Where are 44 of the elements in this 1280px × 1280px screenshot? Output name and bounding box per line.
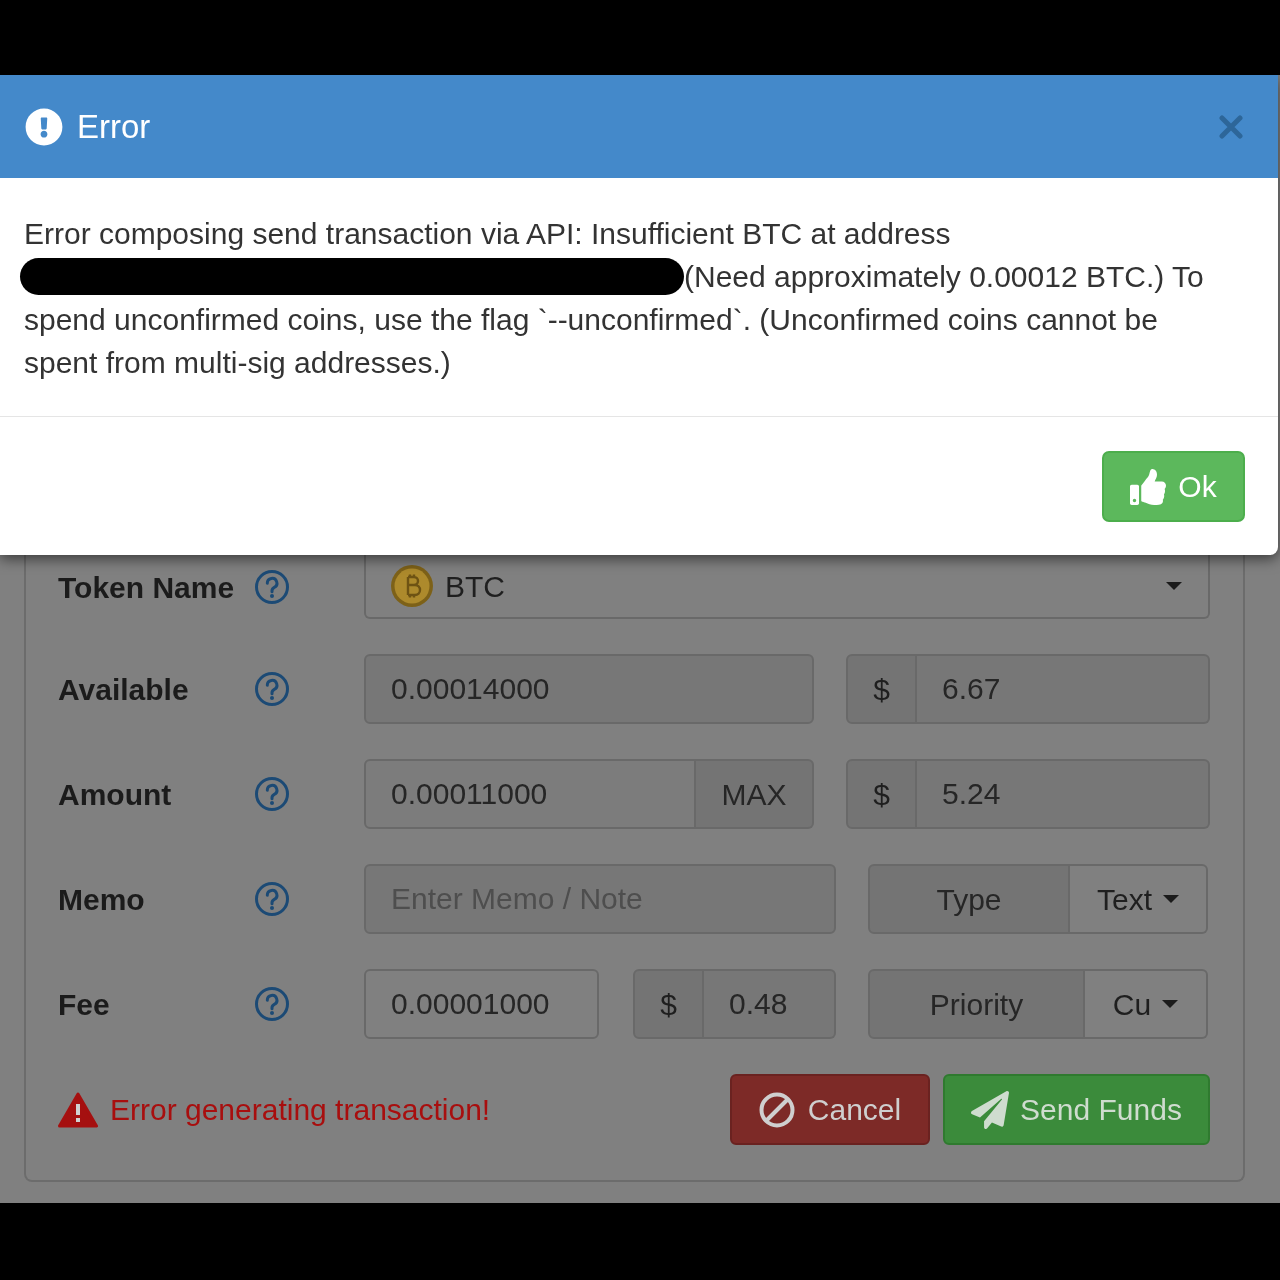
currency-addon: $ bbox=[846, 654, 917, 724]
help-icon[interactable] bbox=[255, 987, 289, 1021]
fee-field[interactable]: 0.00001000 bbox=[364, 969, 599, 1039]
help-icon[interactable] bbox=[255, 672, 289, 706]
error-message: spend unconfirmed coins, use the flag `--unconfirmed`. (Unconfirmed coins cannot be spent from multi-sig addresses.) bbox=[24, 302, 1159, 381]
close-button[interactable] bbox=[1219, 114, 1243, 139]
paper-plane-icon bbox=[971, 1090, 1010, 1129]
field-label: Available bbox=[58, 671, 190, 708]
ban-icon bbox=[758, 1091, 795, 1128]
thumbs-up-icon bbox=[1130, 468, 1167, 505]
help-icon[interactable] bbox=[255, 777, 289, 811]
memo-type-addon: Type bbox=[868, 864, 1070, 934]
ok-button[interactable]: Ok bbox=[1102, 451, 1245, 522]
memo-type-dropdown[interactable]: Text bbox=[1070, 864, 1208, 934]
caret-icon bbox=[1162, 1000, 1179, 1008]
dialog-title: Error bbox=[77, 106, 151, 147]
fiat-amount-field[interactable]: 6.67 bbox=[917, 654, 1210, 724]
fiat-amount-field[interactable]: 0.48 bbox=[704, 969, 836, 1039]
error-message: (Need approximately 0.00012 BTC.) To bbox=[684, 259, 1204, 295]
field-label: Memo bbox=[58, 881, 146, 918]
error-message: Error composing send transaction via API: Insufficient BTC at address bbox=[24, 216, 952, 252]
priority-addon: Priority bbox=[868, 969, 1085, 1039]
field-label: Amount bbox=[58, 776, 173, 813]
priority-dropdown[interactable]: Cu bbox=[1085, 969, 1208, 1039]
close-icon bbox=[1219, 114, 1243, 139]
caret-icon bbox=[1166, 582, 1182, 590]
currency-addon: $ bbox=[633, 969, 704, 1039]
fiat-amount-field[interactable]: 5.24 bbox=[917, 759, 1210, 829]
field-label: Fee bbox=[58, 986, 111, 1023]
status-error-text: Error generating transaction! bbox=[110, 1092, 491, 1128]
field-label: Token Name bbox=[58, 569, 236, 606]
currency-addon: $ bbox=[846, 759, 917, 829]
bitcoin-coin-icon bbox=[391, 565, 433, 607]
token-select[interactable]: BTC bbox=[364, 555, 1210, 619]
cancel-button[interactable]: Cancel bbox=[730, 1074, 930, 1145]
send-funds-button[interactable]: Send Funds bbox=[943, 1074, 1210, 1145]
max-button[interactable]: MAX bbox=[696, 759, 814, 829]
alert-icon bbox=[25, 107, 63, 146]
warning-icon bbox=[58, 1091, 98, 1128]
amount-field[interactable]: 0.00011000 bbox=[364, 759, 696, 829]
caret-icon bbox=[1163, 895, 1179, 903]
help-icon[interactable] bbox=[255, 882, 289, 916]
available-amount-field[interactable]: 0.00014000 bbox=[364, 654, 814, 724]
help-icon[interactable] bbox=[255, 570, 289, 604]
